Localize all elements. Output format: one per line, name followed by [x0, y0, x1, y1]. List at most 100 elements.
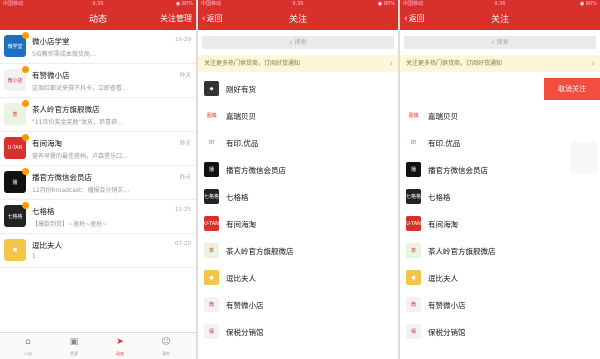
search-placeholder: 搜索	[496, 39, 509, 46]
follow-name: 嘉瑞贝贝	[226, 112, 256, 121]
follow-row[interactable]: 七格格 七格格	[198, 186, 398, 208]
follow-row[interactable]: ● 逗比夫人	[198, 267, 398, 289]
avatar: 微学堂	[4, 32, 29, 57]
search-input[interactable]: ⌕ 搜索	[202, 36, 394, 49]
clock-label: 9:36	[92, 1, 104, 7]
avatar: 茶	[4, 100, 29, 125]
avatar-text: 微学堂	[7, 43, 23, 50]
follow-name: 有间海淘	[428, 220, 458, 229]
avatar-text: 微	[410, 302, 416, 308]
unfollow-button[interactable]: 取消关注	[544, 78, 600, 100]
tab-label: 我的	[162, 351, 170, 356]
message-row[interactable]: 微小店 有赞微小店 这周红都对来得不抖卡，立即查看… 昨天	[0, 64, 196, 98]
avatar-text: U-TAN	[406, 220, 421, 227]
follow-row[interactable]: 嘉瑞 嘉瑞贝贝	[400, 105, 600, 127]
avatar: 保	[204, 324, 219, 339]
avatar-text: U-TAN	[204, 220, 219, 227]
avatar: U-TAN	[406, 216, 421, 231]
message-preview: "11月份奖金奖励"发放，恭喜获…	[32, 119, 124, 126]
message-preview: 【爆款到货】~速抢~速抢~	[32, 221, 108, 228]
notice-text: 关注更多热门供货商，订阅好货通知	[406, 60, 503, 67]
tab-feed[interactable]: ➤ 动态	[100, 335, 140, 357]
avatar-text: 印	[410, 140, 416, 146]
avatar-text: 印	[208, 140, 214, 146]
message-row[interactable]: 茶 茶人岭官方旗舰微店 "11月份奖金奖励"发放，恭喜获…	[0, 98, 196, 132]
clock-label: 9:36	[494, 1, 506, 7]
message-row[interactable]: 播 播官方微信会员店 12月份broadcast：播报会分销买… 昨天	[0, 166, 196, 200]
message-row[interactable]: 微学堂 微小店学堂 5招教你零成本做货商… 10-29	[0, 30, 196, 64]
avatar-text: ●	[411, 274, 416, 281]
follow-row[interactable]: U-TAN 有间海淘	[400, 213, 600, 235]
unread-badge	[22, 66, 29, 73]
avatar-text: ●	[12, 247, 18, 253]
follow-manage-button[interactable]: 关注管理	[160, 13, 192, 24]
battery-label: ● 80%	[175, 1, 193, 7]
avatar-text: 播	[208, 167, 214, 173]
message-row[interactable]: 七格格 七格格 【爆款到货】~速抢~速抢~ 11-25	[0, 200, 196, 234]
follow-name: 七格格	[226, 193, 249, 202]
avatar-text: 保	[208, 329, 214, 335]
avatar-text: 微	[208, 302, 214, 308]
subscribe-notice[interactable]: 关注更多热门供货商，订阅好货通知 ›	[198, 55, 398, 72]
avatar: 微	[204, 297, 219, 312]
follow-row[interactable]: 印 有印.优品	[198, 132, 398, 154]
follow-name: 逗比夫人	[226, 274, 256, 283]
message-row[interactable]: U-TAN 有间海淘 营养早餐的最佳搭档，卢森堡乐口… 昨天	[0, 132, 196, 166]
follow-row[interactable]: 播 播官方微信会员店	[198, 159, 398, 181]
tab-shop[interactable]: ⌂ 小店	[8, 335, 48, 357]
battery-label: ● 80%	[377, 1, 395, 7]
message-sender: 播官方微信会员店	[32, 173, 92, 182]
follow-name: 刚好有货	[226, 85, 256, 94]
follow-row[interactable]: U-TAN 有间海淘	[198, 213, 398, 235]
unread-badge	[22, 134, 29, 141]
message-preview: 1	[32, 253, 36, 260]
message-preview: 12月份broadcast：播报会分销买…	[32, 187, 130, 194]
avatar-text: 嘉瑞	[206, 113, 217, 119]
battery-label: ● 80%	[579, 1, 597, 7]
scroll-indicator	[570, 142, 598, 174]
message-preview: 这周红都对来得不抖卡，立即查看…	[32, 85, 129, 92]
follow-row[interactable]: 七格格 七格格	[400, 186, 600, 208]
avatar: 保	[406, 324, 421, 339]
message-row[interactable]: ● 逗比夫人 1 07-20	[0, 234, 196, 268]
message-preview: 5招教你零成本做货商…	[32, 51, 96, 58]
nav-bar: ‹返回 关注	[198, 8, 398, 30]
avatar: 播	[406, 162, 421, 177]
avatar: 七格格	[4, 202, 29, 227]
message-sender: 有间海淘	[32, 139, 62, 148]
chevron-right-icon: ›	[389, 59, 393, 68]
follow-row[interactable]: 保 保税分销馆	[400, 321, 600, 343]
avatar-text: 嘉瑞	[408, 113, 419, 119]
message-sender: 茶人岭官方旗舰微店	[32, 105, 100, 114]
avatar: 七格格	[406, 189, 421, 204]
search-input[interactable]: ⌕ 搜索	[404, 36, 596, 49]
message-sender: 七格格	[32, 207, 55, 216]
tab-label: 货源	[70, 351, 78, 356]
tab-label: 动态	[116, 351, 124, 356]
subscribe-notice[interactable]: 关注更多热门供货商，订阅好货通知 ›	[400, 55, 600, 72]
tab-me[interactable]: ☺ 我的	[146, 335, 186, 357]
follow-name: 逗比夫人	[428, 274, 458, 283]
follow-row[interactable]: 微 有赞微小店	[400, 294, 600, 316]
follow-name: 七格格	[428, 193, 451, 202]
avatar-text: 七格格	[7, 213, 23, 220]
follow-row[interactable]: 茶 茶人岭官方旗舰微店	[400, 240, 600, 262]
follow-row[interactable]: 茶 茶人岭官方旗舰微店	[198, 240, 398, 262]
message-time: 昨天	[179, 175, 191, 181]
avatar: 播	[204, 162, 219, 177]
follow-row[interactable]: ◆ 刚好有货	[198, 78, 398, 100]
follow-row[interactable]: ● 逗比夫人	[400, 267, 600, 289]
avatar: 微小店	[4, 66, 29, 91]
tab-supply[interactable]: ▣ 货源	[54, 335, 94, 357]
avatar: 嘉瑞	[406, 108, 421, 123]
follow-row[interactable]: 嘉瑞 嘉瑞贝贝	[198, 105, 398, 127]
avatar-text: 茶	[410, 248, 416, 254]
avatar: 微	[406, 297, 421, 312]
follow-row[interactable]: 微 有赞微小店	[198, 294, 398, 316]
avatar: 茶	[406, 243, 421, 258]
follow-row[interactable]: 保 保税分销馆	[198, 321, 398, 343]
follow-name: 播官方微信会员店	[226, 166, 286, 175]
avatar-text: ◆	[209, 85, 214, 92]
message-sender: 逗比夫人	[32, 241, 62, 250]
avatar: 印	[406, 135, 421, 150]
